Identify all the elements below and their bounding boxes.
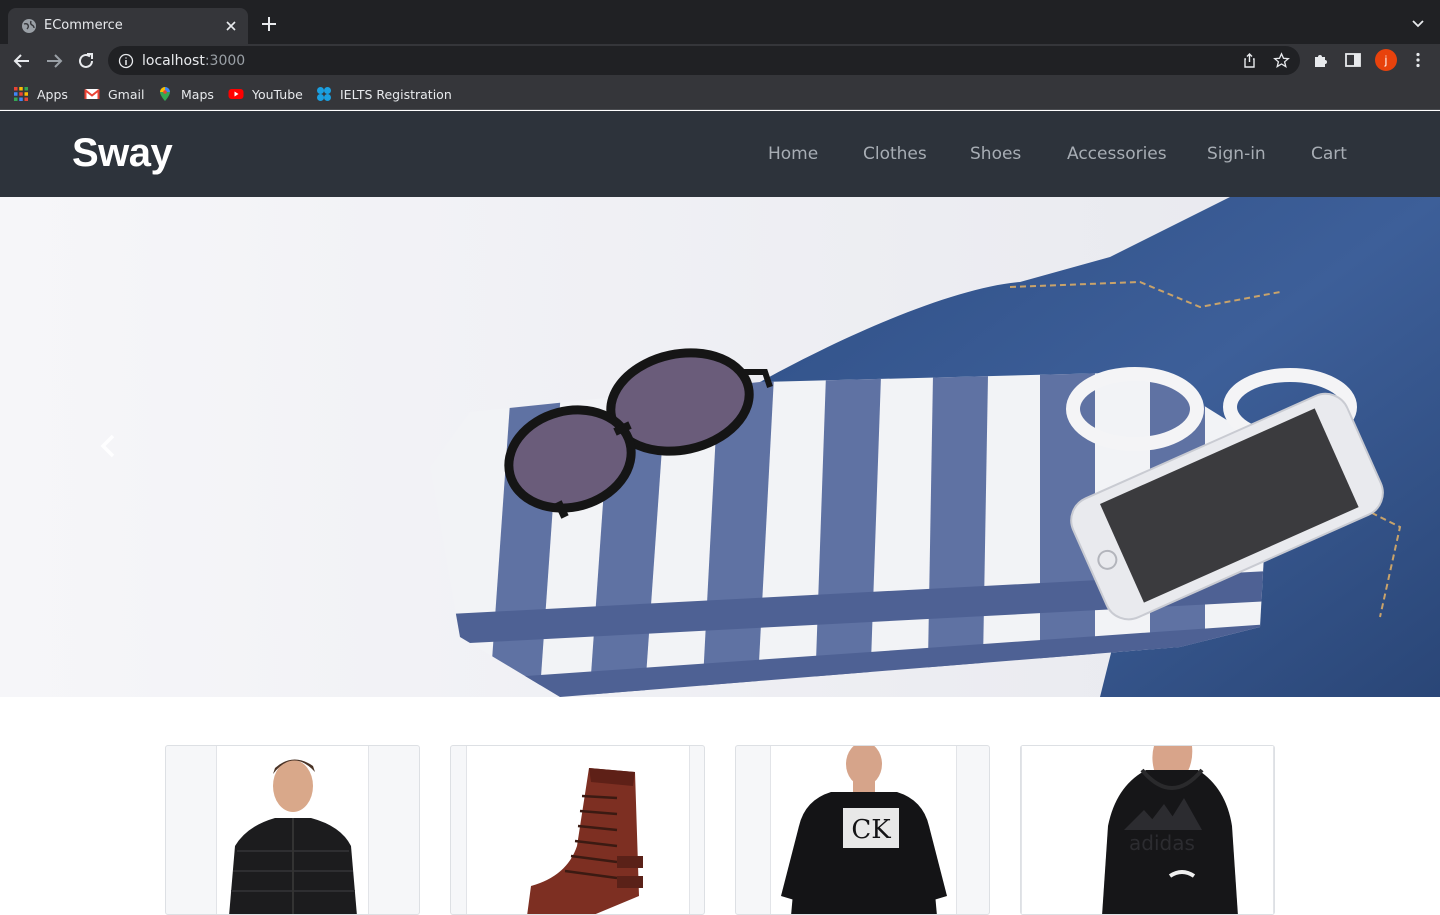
- new-tab-icon[interactable]: [259, 14, 279, 34]
- product-card[interactable]: adidas: [1020, 745, 1275, 915]
- tab-title: ECommerce: [44, 18, 123, 33]
- product-card[interactable]: [450, 745, 705, 915]
- ck-logo: CK: [851, 815, 891, 845]
- chevron-down-icon[interactable]: [1410, 16, 1426, 32]
- side-panel-icon[interactable]: [1343, 50, 1363, 70]
- nav-home[interactable]: Home: [768, 144, 818, 164]
- info-icon[interactable]: [118, 53, 134, 69]
- share-icon[interactable]: [1241, 52, 1258, 69]
- reload-icon[interactable]: [75, 50, 97, 72]
- adidas-logo: adidas: [1129, 831, 1195, 855]
- nav-shoes[interactable]: Shoes: [970, 144, 1021, 164]
- bookmark-label: Gmail: [108, 86, 145, 102]
- nav-clothes[interactable]: Clothes: [863, 144, 927, 164]
- brown-leather-boot-image: [467, 746, 689, 914]
- product-image[interactable]: [466, 746, 690, 914]
- globe-icon: [22, 19, 36, 33]
- more-vertical-icon[interactable]: [1408, 50, 1428, 70]
- black-adidas-hoodie-image: adidas: [1022, 746, 1273, 914]
- address-bar[interactable]: localhost:3000: [108, 46, 1300, 75]
- black-puffer-jacket-image: [217, 746, 368, 914]
- bookmark-label: IELTS Registration: [340, 86, 452, 102]
- gmail-icon: [84, 89, 100, 99]
- profile-avatar[interactable]: j: [1375, 49, 1397, 71]
- close-icon[interactable]: [222, 17, 240, 35]
- product-card[interactable]: [165, 745, 420, 915]
- carousel-prev-chevron-icon[interactable]: [98, 433, 118, 459]
- nav-accessories[interactable]: Accessories: [1067, 144, 1167, 164]
- browser-tab-strip: ECommerce: [0, 0, 1440, 44]
- youtube-icon: [228, 89, 244, 99]
- bookmark-gmail[interactable]: Gmail: [84, 85, 144, 103]
- url-text[interactable]: localhost:3000: [142, 53, 245, 69]
- bookmark-label: YouTube: [252, 86, 303, 102]
- url-port: :3000: [204, 53, 246, 69]
- nav-cart[interactable]: Cart: [1311, 144, 1347, 164]
- browser-tab[interactable]: ECommerce: [8, 8, 248, 44]
- maps-icon: [160, 87, 170, 101]
- bookmark-apps[interactable]: Apps: [13, 85, 68, 103]
- apps-grid-icon: [14, 87, 28, 101]
- bookmark-ielts[interactable]: IELTS Registration: [316, 85, 452, 103]
- bookmark-youtube[interactable]: YouTube: [228, 85, 303, 103]
- bookmarks-bar: Apps Gmail Maps YouTube IELTS Registrati…: [0, 77, 1440, 110]
- forward-arrow-icon[interactable]: [43, 50, 65, 72]
- bookmark-label: Maps: [181, 86, 214, 102]
- product-card[interactable]: CK: [735, 745, 990, 915]
- bookmark-star-icon[interactable]: [1273, 52, 1290, 69]
- url-host: localhost: [142, 53, 205, 69]
- bookmark-label: Apps: [37, 86, 68, 102]
- browser-toolbar: localhost:3000 j: [0, 44, 1440, 77]
- hero-image: [0, 197, 1440, 697]
- extensions-puzzle-icon[interactable]: [1311, 50, 1331, 70]
- product-image[interactable]: [216, 746, 369, 914]
- site-navbar: Sway Home Clothes Shoes Accessories Sign…: [0, 111, 1440, 197]
- bookmark-maps[interactable]: Maps: [157, 85, 214, 103]
- product-image[interactable]: adidas: [1021, 746, 1274, 914]
- hero-carousel: [0, 197, 1440, 697]
- back-arrow-icon[interactable]: [11, 50, 33, 72]
- ielts-icon: [317, 87, 331, 101]
- black-ck-tshirt-image: CK: [771, 746, 956, 914]
- brand-logo[interactable]: Sway: [72, 131, 173, 176]
- nav-sign-in[interactable]: Sign-in: [1207, 144, 1266, 164]
- product-image[interactable]: CK: [770, 746, 957, 914]
